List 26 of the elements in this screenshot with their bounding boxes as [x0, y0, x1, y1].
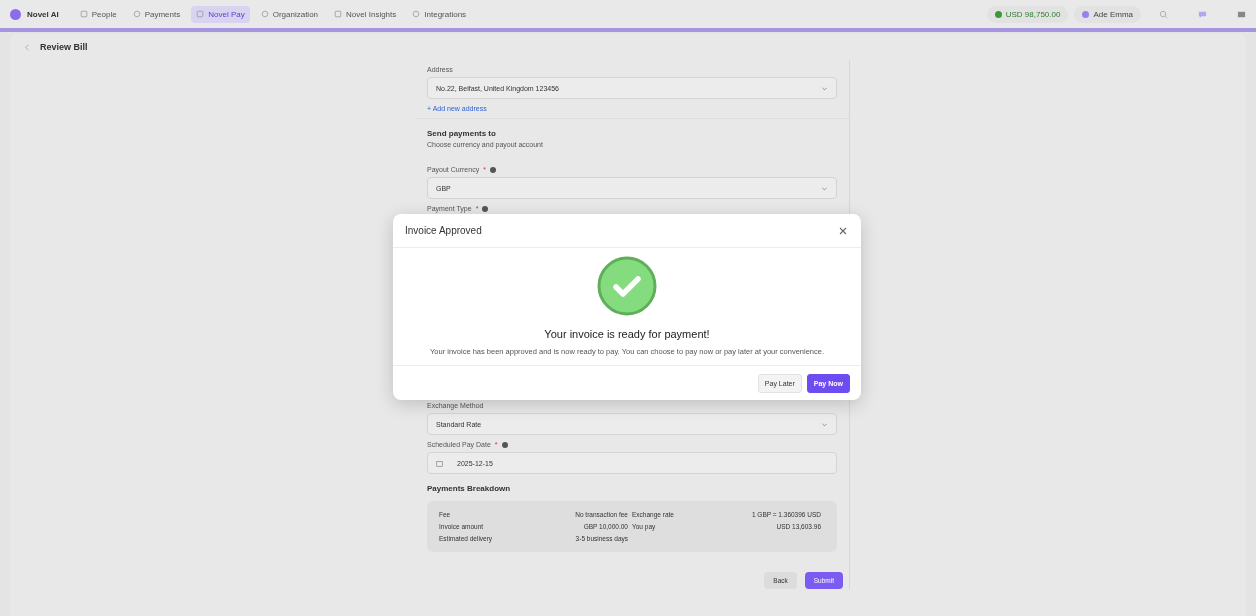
nav-icon: [79, 10, 88, 18]
nav-tab[interactable]: Integrations: [407, 5, 472, 23]
section-title: Send payments to: [427, 129, 497, 138]
brand-name: Novel AI: [27, 9, 59, 19]
dialog-heading: Your invoice is ready for payment!: [544, 328, 710, 340]
nav-tab[interactable]: Payments: [127, 5, 186, 23]
balance-pill[interactable]: USD 98,750.00: [986, 5, 1069, 23]
nav-tab[interactable]: People: [74, 5, 122, 23]
nav-tab[interactable]: Novel Pay: [191, 5, 250, 23]
search-icon[interactable]: [1159, 9, 1168, 19]
logo-icon: [10, 8, 21, 20]
breakdown-title: Payments Breakdown: [427, 484, 512, 493]
nav-icon: [196, 10, 205, 18]
chat-icon[interactable]: [1198, 9, 1207, 19]
page-title: Review Bill: [40, 42, 88, 52]
nav-tab[interactable]: Novel Insights: [329, 5, 402, 23]
check-circle-icon: [597, 256, 657, 316]
nav-icon: [260, 10, 269, 18]
back-icon[interactable]: [24, 43, 30, 51]
user-pill[interactable]: Ade Emma: [1074, 5, 1141, 23]
calendar-icon: [436, 459, 443, 467]
dialog-title: Invoice Approved: [405, 225, 482, 236]
nav-icon: [334, 10, 343, 18]
nav-icon: [412, 10, 421, 18]
nav-icon: [132, 10, 141, 18]
nav-tab[interactable]: Organization: [255, 5, 324, 23]
